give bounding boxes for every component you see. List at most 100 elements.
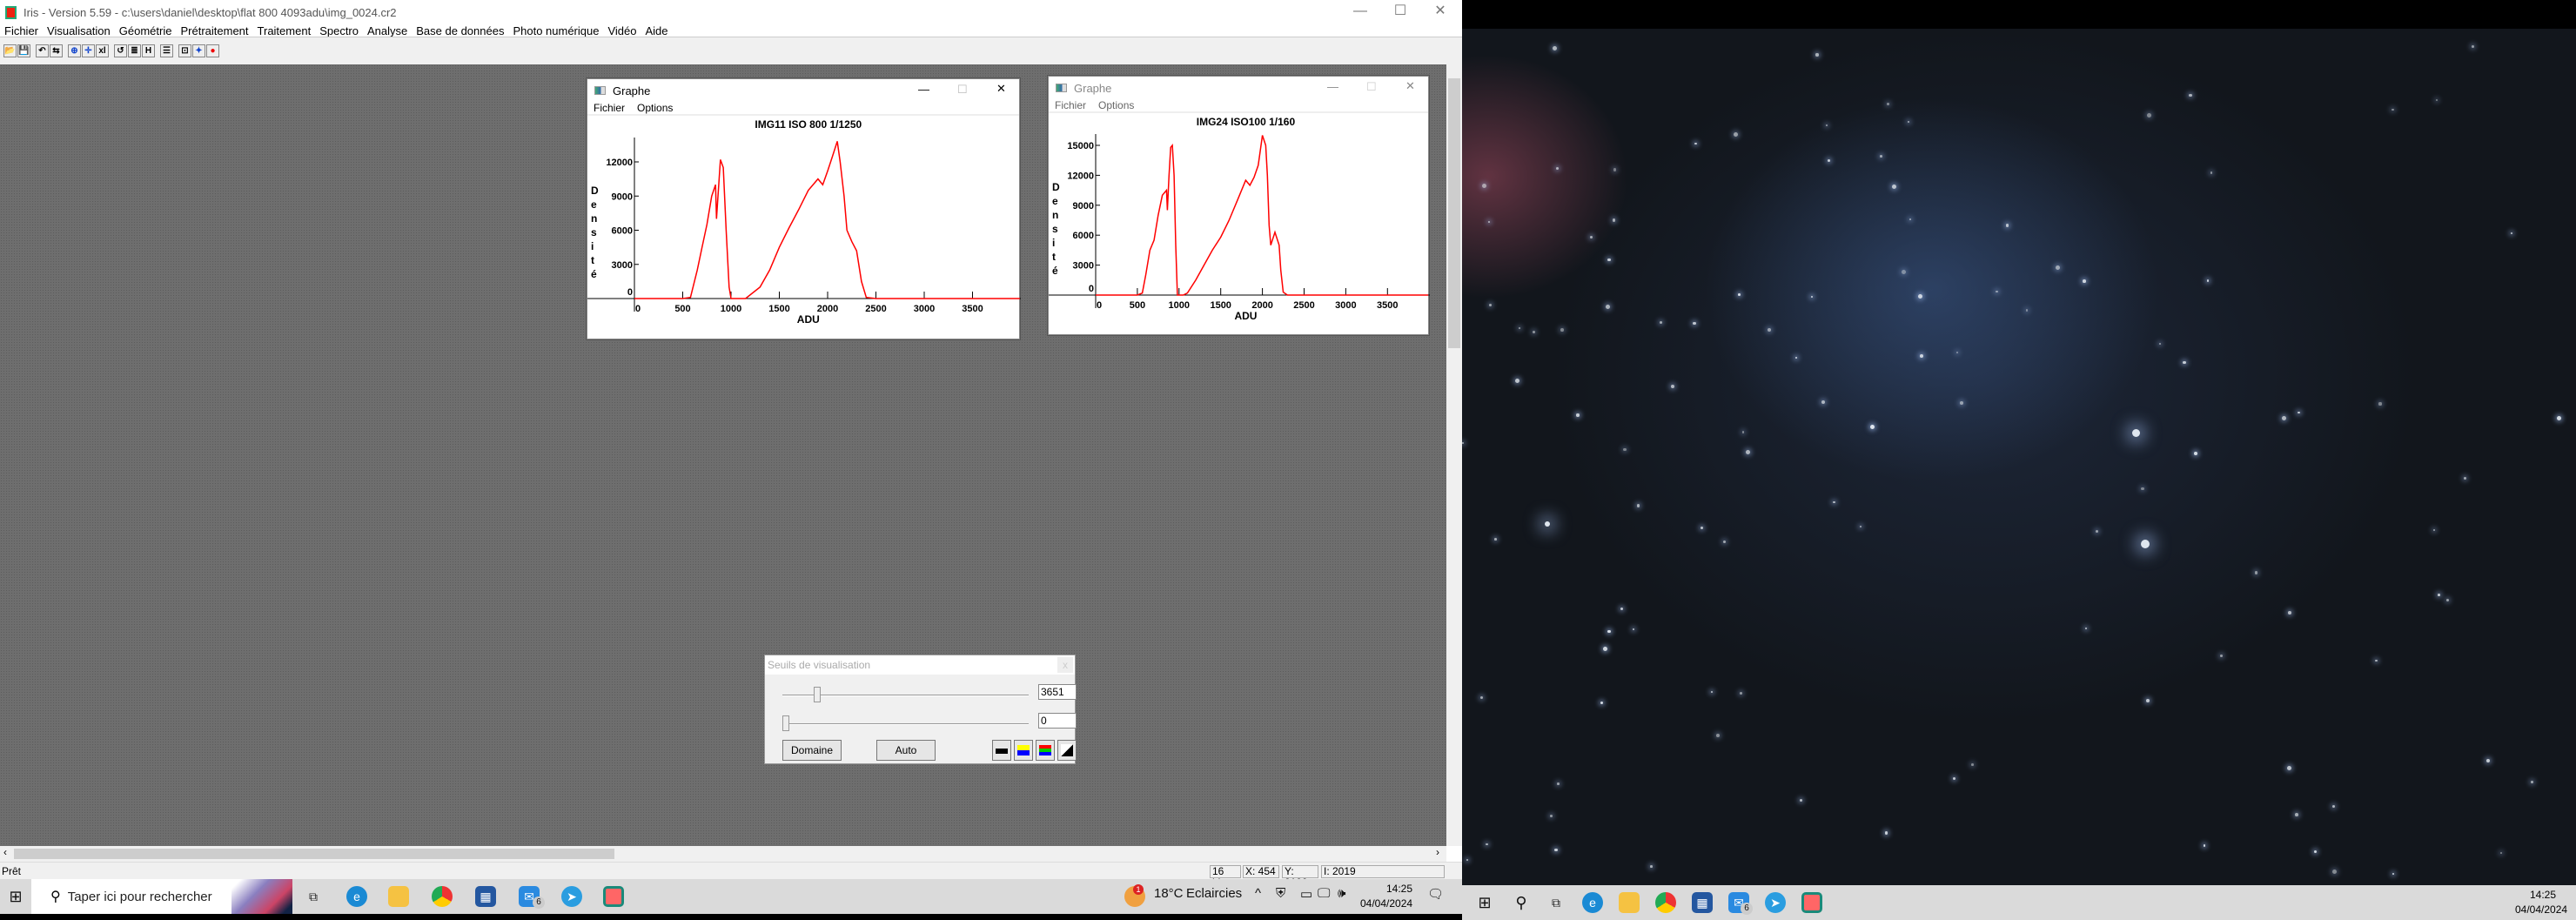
edge-icon[interactable]: e	[1582, 892, 1603, 913]
menu-aide[interactable]: Aide	[641, 24, 672, 37]
histogram-chart: IMG11 ISO 800 1/1250 0 3000 6000 9000 12000 0 5…	[587, 118, 1021, 326]
star	[1908, 121, 1910, 124]
slider-thumb[interactable]	[782, 715, 789, 731]
record-icon[interactable]: ●	[206, 44, 219, 57]
search-icon[interactable]: ⚲	[1511, 892, 1532, 913]
windows-start-icon[interactable]: ⊞	[1474, 892, 1495, 913]
maximize-button[interactable]: ☐	[1380, 0, 1420, 24]
palette-rgb-button[interactable]	[1036, 740, 1055, 761]
star	[2433, 528, 2436, 531]
scroll-right-icon[interactable]: ›	[1436, 846, 1439, 858]
menu-g-om-trie[interactable]: Géométrie	[115, 24, 177, 37]
telegram-icon[interactable]: ➤	[561, 886, 582, 907]
clock-date[interactable]: 04/04/2024	[1360, 897, 1412, 910]
telegram-icon[interactable]: ➤	[1765, 892, 1786, 913]
graph-menu-options[interactable]: Options	[637, 102, 673, 114]
x-tick-label: 3500	[1377, 300, 1398, 311]
x-tick-label: 2000	[817, 304, 838, 314]
minimize-button[interactable]: —	[918, 83, 929, 96]
star	[1602, 647, 1607, 652]
camera-icon[interactable]: ▭	[1300, 886, 1312, 902]
minimize-button[interactable]: —	[1340, 0, 1380, 24]
domaine-button[interactable]: Domaine	[782, 740, 842, 761]
chrome-icon[interactable]	[1655, 892, 1676, 913]
tray-chevron-icon[interactable]: ^	[1255, 886, 1261, 901]
palette-bw-button[interactable]	[992, 740, 1011, 761]
open-folder-icon[interactable]: 📂	[3, 44, 17, 57]
iris-taskbar-icon[interactable]	[1801, 892, 1822, 913]
search-input[interactable]: Taper ici pour rechercher	[68, 890, 212, 904]
menu-visualisation[interactable]: Visualisation	[43, 24, 115, 37]
task-view-icon[interactable]: ⧉	[1546, 892, 1566, 913]
store-icon[interactable]: ▦	[475, 886, 496, 907]
star	[2295, 813, 2299, 817]
low-threshold-slider[interactable]	[782, 715, 1029, 731]
menu-analyse[interactable]: Analyse	[363, 24, 412, 37]
slider-thumb[interactable]	[813, 687, 821, 702]
h-icon[interactable]: H	[142, 44, 155, 57]
security-icon[interactable]: ⛨	[1276, 886, 1285, 901]
file-explorer-icon[interactable]	[1619, 892, 1640, 913]
close-button[interactable]: ✕	[1420, 0, 1460, 24]
camera-icon[interactable]: ⊡	[178, 44, 191, 57]
low-threshold-input[interactable]: 0	[1038, 713, 1077, 729]
sequence-icon[interactable]: ☰	[160, 44, 173, 57]
y-tick-label: 15000	[1067, 141, 1094, 151]
clock-time[interactable]: 14:25	[2517, 889, 2569, 901]
horizontal-scrollbar[interactable]: ‹ ›	[0, 846, 1446, 862]
maximize-button[interactable]: ☐	[1366, 80, 1377, 94]
store-icon[interactable]: ▦	[1692, 892, 1713, 913]
menu-photo-num-rique[interactable]: Photo numérique	[508, 24, 603, 37]
chrome-icon[interactable]	[432, 886, 453, 907]
taskbar: ⊞ ⚲ Taper ici pour rechercher ⧉ e ▦ ✉ 6 …	[0, 879, 1462, 914]
scroll-thumb[interactable]	[1448, 78, 1460, 348]
menu-pr-traitement[interactable]: Prétraitement	[176, 24, 252, 37]
palette-gradient-button[interactable]	[1057, 740, 1077, 761]
clock-time[interactable]: 14:25	[1373, 883, 1426, 895]
high-threshold-slider[interactable]	[782, 687, 1029, 702]
menu-spectro[interactable]: Spectro	[315, 24, 363, 37]
chart-title: IMG24 ISO100 1/160	[1197, 116, 1296, 128]
clock-date[interactable]: 04/04/2024	[2515, 903, 2567, 916]
graph-menu-fichier[interactable]: Fichier	[1055, 99, 1086, 111]
star-icon[interactable]: ✦	[192, 44, 205, 57]
graph-menu-fichier[interactable]: Fichier	[594, 102, 625, 114]
y-tick-label: 0	[627, 287, 633, 298]
network-icon[interactable]: 🖵	[1318, 886, 1330, 901]
undo-icon[interactable]: ↶	[36, 44, 49, 57]
menu-fichier[interactable]: Fichier	[0, 24, 43, 37]
refresh-icon[interactable]: ↺	[114, 44, 127, 57]
scroll-left-icon[interactable]: ‹	[3, 846, 7, 858]
star	[1956, 351, 1959, 353]
x1-icon[interactable]: xl	[96, 44, 109, 57]
high-threshold-input[interactable]: 3651	[1038, 684, 1077, 700]
close-button[interactable]: ✕	[996, 82, 1006, 96]
palette-yb-button[interactable]	[1014, 740, 1033, 761]
vertical-scrollbar[interactable]	[1446, 64, 1462, 846]
taskbar-search[interactable]: ⚲ Taper ici pour rechercher	[31, 879, 292, 914]
task-view-icon[interactable]: ⧉	[303, 886, 324, 907]
menu-base-de-donn-es[interactable]: Base de données	[412, 24, 508, 37]
edge-icon[interactable]: e	[346, 886, 367, 907]
windows-start-icon[interactable]: ⊞	[5, 886, 26, 907]
swap-icon[interactable]: ⇆	[50, 44, 63, 57]
close-button[interactable]: x	[1057, 657, 1073, 673]
zoom-in-icon[interactable]: ⊕	[68, 44, 81, 57]
list-icon[interactable]: ≣	[128, 44, 141, 57]
menu-traitement[interactable]: Traitement	[253, 24, 316, 37]
zoom-out-icon[interactable]: ✛	[82, 44, 95, 57]
iris-taskbar-icon[interactable]	[603, 886, 624, 907]
auto-button[interactable]: Auto	[876, 740, 936, 761]
file-explorer-icon[interactable]	[388, 886, 409, 907]
save-icon[interactable]: 💾	[17, 44, 30, 57]
close-button[interactable]: ✕	[1405, 79, 1415, 93]
maximize-button[interactable]: ☐	[957, 83, 968, 97]
star	[1607, 258, 1611, 262]
menu-vid-o[interactable]: Vidéo	[603, 24, 641, 37]
volume-icon[interactable]: 🕪	[1338, 886, 1345, 901]
minimize-button[interactable]: —	[1327, 80, 1338, 93]
graph-menu-options[interactable]: Options	[1098, 99, 1134, 111]
notifications-icon[interactable]: 🗨	[1427, 886, 1444, 902]
star	[1917, 293, 1922, 299]
scroll-thumb[interactable]	[14, 849, 614, 859]
